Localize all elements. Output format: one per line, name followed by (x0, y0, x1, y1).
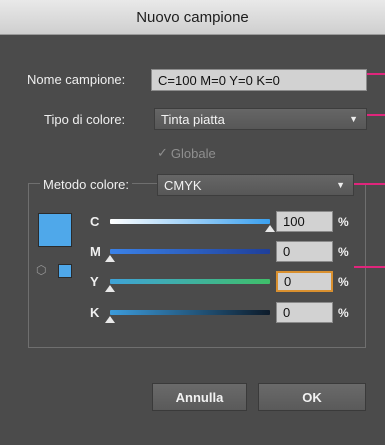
channel-value-input[interactable]: 0 (276, 271, 333, 292)
color-mode-value: CMYK (164, 177, 202, 193)
channel-slider-track[interactable] (110, 219, 270, 224)
slider-handle[interactable] (105, 316, 115, 323)
color-type-label: Tipo di colore: (44, 112, 126, 127)
percent-unit: % (338, 215, 349, 229)
global-checkbox-label: Globale (170, 145, 216, 161)
color-type-value: Tinta piatta (161, 111, 225, 127)
percent-unit: % (338, 306, 349, 320)
channel-slider-track[interactable] (110, 249, 270, 254)
channel-value-input[interactable]: 100 (276, 211, 333, 232)
percent-unit: % (338, 275, 349, 289)
channel-value: 0 (283, 305, 291, 320)
channel-value: 0 (283, 244, 291, 259)
channel-label: M (90, 244, 101, 259)
annotation-pointer (354, 183, 385, 185)
color-mode-group (28, 183, 366, 348)
ok-button[interactable]: OK (258, 383, 366, 411)
slider-handle[interactable] (265, 225, 275, 232)
slider-handle[interactable] (105, 255, 115, 262)
channel-value-input[interactable]: 0 (276, 241, 333, 262)
chevron-down-icon: ▼ (349, 114, 358, 124)
web-safe-swatch[interactable] (58, 264, 72, 278)
slider-handle[interactable] (105, 285, 115, 292)
channel-value: 0 (284, 274, 292, 289)
global-checkbox[interactable]: ✓ Globale (157, 145, 216, 161)
channel-label: K (90, 305, 100, 320)
channel-slider-track[interactable] (110, 279, 270, 284)
checkmark-icon: ✓ (157, 145, 168, 160)
dialog-title: Nuovo campione (136, 8, 249, 26)
color-type-select[interactable]: Tinta piatta ▼ (154, 108, 367, 130)
color-mode-select[interactable]: CMYK ▼ (157, 174, 354, 196)
channel-label: C (90, 214, 100, 229)
channel-label: Y (90, 274, 99, 289)
percent-unit: % (338, 245, 349, 259)
color-mode-label: Metodo colore: (40, 177, 132, 192)
annotation-pointer (367, 114, 385, 116)
channel-value: 100 (283, 214, 305, 229)
swatch-name-label: Nome campione: (27, 72, 126, 87)
annotation-pointer (367, 73, 385, 75)
cancel-button-label: Annulla (175, 389, 224, 405)
color-preview-swatch (38, 213, 72, 247)
cancel-button[interactable]: Annulla (152, 383, 247, 411)
channel-slider-track[interactable] (110, 310, 270, 315)
ok-button-label: OK (302, 389, 322, 405)
swatch-name-value: C=100 M=0 Y=0 K=0 (158, 72, 280, 88)
dialog-title-bar: Nuovo campione (0, 0, 385, 35)
annotation-pointer (354, 266, 385, 268)
out-of-gamut-cube-icon: ⬡ (36, 263, 47, 277)
swatch-name-input[interactable]: C=100 M=0 Y=0 K=0 (151, 69, 367, 91)
channel-value-input[interactable]: 0 (276, 302, 333, 323)
chevron-down-icon: ▼ (336, 180, 345, 190)
